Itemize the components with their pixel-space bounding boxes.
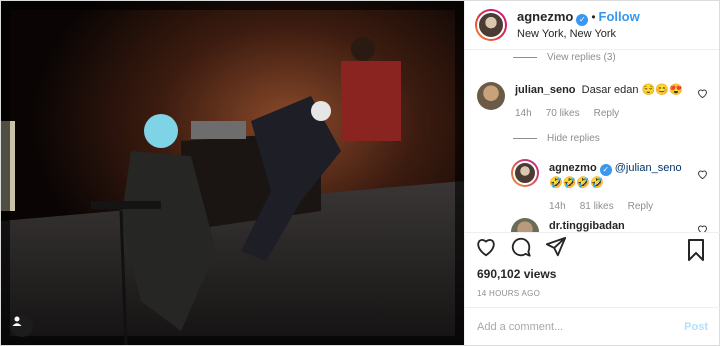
verified-icon: ✓ [599, 164, 612, 176]
mention-link[interactable]: @julian_seno [615, 162, 682, 174]
comment-time[interactable]: 14h [515, 108, 532, 119]
comment-username[interactable]: julian_seno [515, 84, 576, 96]
comment-username[interactable]: agnezmo [549, 162, 597, 174]
heart-icon[interactable] [697, 224, 708, 232]
post-video[interactable] [1, 1, 464, 345]
post-modal: agnezmo ✓ • Follow New York, New York View … [0, 0, 720, 346]
comment-item: julian_seno Dasar edan 😌😊😍 14h 70 likes … [465, 78, 720, 128]
view-count[interactable]: 690,102 views [477, 267, 556, 281]
tag-user-icon[interactable] [11, 315, 33, 337]
comment-item: agnezmo ✓ @julian_seno 🤣🤣🤣🤣 14h 81 likes … [465, 155, 720, 215]
comment-likes[interactable]: 70 likes [546, 108, 580, 119]
heart-icon[interactable] [697, 88, 708, 99]
reply-button[interactable]: Reply [594, 108, 620, 119]
author-username[interactable]: agnezmo [517, 9, 573, 24]
bookmark-icon[interactable] [687, 239, 705, 261]
post-location[interactable]: New York, New York [517, 26, 640, 42]
heart-icon[interactable] [697, 169, 708, 180]
comment-composer: Post [465, 307, 720, 345]
heart-icon[interactable] [475, 236, 497, 258]
divider [465, 232, 720, 233]
comment-text: Dasar edan 😌😊😍 [581, 84, 683, 96]
comment-input[interactable] [477, 320, 685, 333]
verified-icon: ✓ [576, 13, 589, 26]
post-button[interactable]: Post [684, 321, 708, 333]
reply-button[interactable]: Reply [628, 201, 654, 212]
view-replies-label: View replies (3) [547, 52, 616, 63]
post-sidebar: agnezmo ✓ • Follow New York, New York View … [464, 1, 720, 345]
post-header: agnezmo ✓ • Follow New York, New York [465, 1, 719, 50]
view-replies-button[interactable]: View replies (3) [513, 52, 616, 63]
comment-text: 🤣🤣🤣🤣 [549, 177, 604, 189]
avatar[interactable] [475, 9, 507, 41]
comments-list[interactable]: View replies (3) julian_seno Dasar edan … [465, 50, 720, 232]
follow-button[interactable]: Follow [599, 9, 640, 24]
separator: • [591, 9, 596, 24]
video-frame [1, 1, 464, 345]
comment-likes[interactable]: 81 likes [580, 201, 614, 212]
comment-item: dr.tinggibadan [465, 216, 720, 232]
avatar[interactable] [511, 218, 539, 232]
comment-username[interactable]: dr.tinggibadan [549, 220, 625, 232]
avatar[interactable] [511, 159, 539, 187]
share-icon[interactable] [545, 236, 567, 258]
post-timestamp[interactable]: 14 HOURS AGO [477, 289, 540, 298]
comment-time[interactable]: 14h [549, 201, 566, 212]
avatar[interactable] [477, 82, 505, 110]
hide-replies-button[interactable]: Hide replies [513, 133, 600, 144]
action-bar [475, 236, 567, 258]
hide-replies-label: Hide replies [547, 133, 600, 144]
comment-icon[interactable] [510, 236, 532, 258]
